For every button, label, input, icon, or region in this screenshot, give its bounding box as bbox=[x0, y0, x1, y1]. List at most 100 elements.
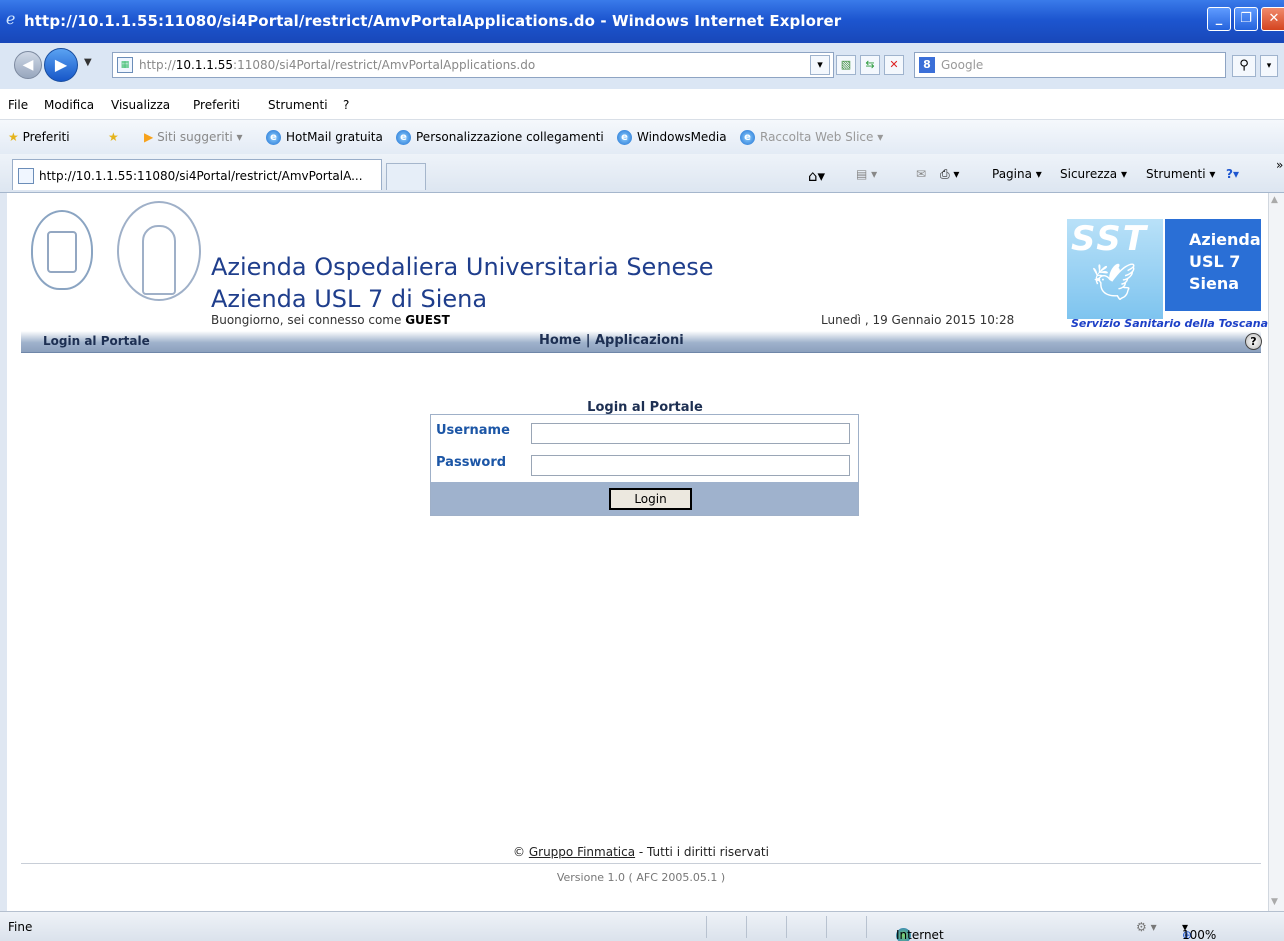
portal-nav-bar: Login al Portale Home | Applicazioni ? bbox=[21, 331, 1262, 353]
fav-web-slice[interactable]: e Raccolta Web Slice ▾ bbox=[740, 130, 883, 145]
status-divider bbox=[826, 916, 827, 938]
google-icon: 8 bbox=[919, 57, 935, 73]
ie-page-icon: e bbox=[266, 130, 281, 145]
ie-window: ℯ http://10.1.1.55:11080/si4Portal/restr… bbox=[0, 0, 1284, 941]
usl-logo: Azienda USL 7 Siena bbox=[1165, 219, 1261, 311]
search-field[interactable]: 8 Google bbox=[914, 52, 1226, 78]
nav-applications-link[interactable]: Applicazioni bbox=[595, 333, 684, 348]
password-label: Password bbox=[436, 455, 507, 470]
tab-current[interactable]: http://10.1.1.55:11080/si4Portal/restric… bbox=[12, 159, 382, 190]
compatibility-view-icon[interactable]: ▧ bbox=[836, 55, 856, 75]
menu-modifica[interactable]: Modifica bbox=[44, 98, 94, 112]
login-form: Username Password Login bbox=[430, 414, 859, 516]
sst-logo-text: SST bbox=[1071, 219, 1148, 259]
stop-icon[interactable]: ✕ bbox=[884, 55, 904, 75]
home-icon[interactable]: ⌂▾ bbox=[808, 167, 825, 185]
fav-windowsmedia[interactable]: e WindowsMedia bbox=[617, 130, 727, 145]
safety-menu[interactable]: Sicurezza ▾ bbox=[1060, 167, 1127, 181]
nav-login-portal: Login al Portale bbox=[43, 334, 150, 348]
login-title: Login al Portale bbox=[587, 400, 703, 415]
username-label: Username bbox=[436, 423, 510, 438]
sst-logo-caption: Servizio Sanitario della Toscana bbox=[1071, 317, 1269, 330]
current-datetime: Lunedì , 19 Gennaio 2015 10:28 bbox=[821, 313, 1015, 327]
minimize-button[interactable]: _ bbox=[1207, 7, 1231, 31]
scroll-up-icon[interactable]: ▲ bbox=[1271, 195, 1278, 205]
history-dropdown-icon[interactable]: ▼ bbox=[84, 57, 92, 68]
page-favicon-icon: ▦ bbox=[117, 57, 133, 73]
copyright-text: © Gruppo Finmatica - Tutti i diritti ris… bbox=[513, 845, 769, 859]
username-input[interactable] bbox=[531, 423, 850, 444]
menu-preferiti[interactable]: Preferiti bbox=[193, 98, 240, 112]
status-divider bbox=[706, 916, 707, 938]
protected-mode-icon[interactable]: ⚙ ▾ bbox=[1136, 920, 1157, 934]
address-toolbar: ◀ ▶ ▼ ▦ http://10.1.1.55:11080/si4Portal… bbox=[0, 43, 1284, 89]
fav-hotmail[interactable]: e HotMail gratuita bbox=[266, 130, 383, 145]
finmatica-link[interactable]: Gruppo Finmatica bbox=[529, 845, 635, 859]
new-tab-button[interactable] bbox=[386, 163, 426, 190]
fav-personalizzazione[interactable]: e Personalizzazione collegamenti bbox=[396, 130, 604, 145]
favorites-bar: ★ Preferiti ★ ▶ Siti suggeriti ▾ e HotMai… bbox=[0, 120, 1284, 154]
address-dropdown-icon[interactable]: ▾ bbox=[810, 55, 830, 75]
siena-statue-figure bbox=[142, 225, 176, 295]
tab-row: http://10.1.1.55:11080/si4Portal/restric… bbox=[0, 154, 1284, 193]
login-button[interactable]: Login bbox=[609, 488, 692, 510]
page-menu[interactable]: Pagina ▾ bbox=[992, 167, 1042, 181]
add-favorite-icon[interactable]: ★ bbox=[108, 130, 119, 144]
org-name-hospital: Azienda Ospedaliera Universitaria Senese bbox=[211, 253, 714, 281]
title-bar: ℯ http://10.1.1.55:11080/si4Portal/restr… bbox=[0, 0, 1284, 43]
feeds-icon[interactable]: ▤ ▾ bbox=[856, 167, 877, 181]
org-name-usl: Azienda USL 7 di Siena bbox=[211, 285, 488, 313]
password-input[interactable] bbox=[531, 455, 850, 476]
back-button[interactable]: ◀ bbox=[14, 51, 42, 79]
ie-page-icon: e bbox=[740, 130, 755, 145]
greeting-text: Buongiorno, sei connesso come GUEST bbox=[211, 313, 450, 327]
ie-logo-icon: ℯ bbox=[6, 9, 16, 28]
menu-bar: File Modifica Visualizza Preferiti Strum… bbox=[0, 89, 1284, 120]
status-divider bbox=[786, 916, 787, 938]
scroll-down-icon[interactable]: ▼ bbox=[1271, 897, 1278, 907]
bing-icon: ▶ bbox=[144, 130, 154, 144]
university-seal-shield bbox=[47, 231, 77, 273]
greeting-user: GUEST bbox=[405, 313, 450, 327]
forward-button[interactable]: ▶ bbox=[44, 48, 78, 82]
menu-visualizza[interactable]: Visualizza bbox=[111, 98, 170, 112]
favorites-button[interactable]: ★ Preferiti bbox=[8, 130, 70, 144]
login-form-footer: Login bbox=[431, 482, 858, 515]
help-icon[interactable]: ? bbox=[1245, 333, 1262, 350]
version-text: Versione 1.0 ( AFC 2005.05.1 ) bbox=[556, 871, 726, 884]
page-viewport: Azienda Ospedaliera Universitaria Senese… bbox=[0, 193, 1268, 911]
page-favicon-icon bbox=[18, 168, 34, 184]
menu-strumenti[interactable]: Strumenti bbox=[268, 98, 328, 112]
star-icon: ★ bbox=[8, 130, 19, 144]
status-text: Fine bbox=[8, 920, 33, 934]
status-divider bbox=[746, 916, 747, 938]
status-bar: Fine Internet ⚙ ▾ ⊕ 100% ▾ bbox=[0, 911, 1284, 941]
fav-siti-suggeriti[interactable]: ▶ Siti suggeriti ▾ bbox=[144, 130, 243, 144]
help-menu-icon[interactable]: ?▾ bbox=[1226, 167, 1239, 181]
search-options-icon[interactable]: ▾ bbox=[1260, 55, 1278, 77]
ie-page-icon: e bbox=[617, 130, 632, 145]
tab-title: http://10.1.1.55:11080/si4Portal/restric… bbox=[39, 169, 363, 183]
restore-button[interactable]: ❐ bbox=[1234, 7, 1258, 31]
nav-home-link[interactable]: Home bbox=[539, 333, 581, 348]
ie-page-icon: e bbox=[396, 130, 411, 145]
refresh-icon[interactable]: ⇆ bbox=[860, 55, 880, 75]
address-text[interactable]: http://10.1.1.55:11080/si4Portal/restric… bbox=[139, 58, 535, 72]
dove-icon: 🕊 bbox=[1091, 262, 1137, 303]
zoom-control[interactable]: ⊕ 100% ▾ bbox=[1182, 920, 1216, 941]
address-field[interactable]: ▦ http://10.1.1.55:11080/si4Portal/restr… bbox=[112, 52, 834, 78]
mail-icon[interactable]: ✉ bbox=[916, 167, 926, 181]
nav-links: Home | Applicazioni bbox=[539, 333, 684, 348]
footer-divider bbox=[21, 863, 1261, 864]
status-divider bbox=[866, 916, 867, 938]
search-icon[interactable]: ⚲ bbox=[1232, 55, 1256, 77]
tools-menu[interactable]: Strumenti ▾ bbox=[1146, 167, 1215, 181]
menu-help[interactable]: ? bbox=[343, 98, 349, 112]
vertical-scrollbar[interactable]: ▲ ▼ bbox=[1268, 193, 1284, 911]
print-icon[interactable]: ⎙ ▾ bbox=[940, 167, 959, 182]
chevron-more-icon[interactable]: » bbox=[1276, 158, 1283, 172]
close-button[interactable]: ✕ bbox=[1261, 7, 1284, 31]
search-placeholder: Google bbox=[941, 58, 984, 72]
menu-file[interactable]: File bbox=[8, 98, 28, 112]
window-title: http://10.1.1.55:11080/si4Portal/restric… bbox=[24, 12, 842, 30]
